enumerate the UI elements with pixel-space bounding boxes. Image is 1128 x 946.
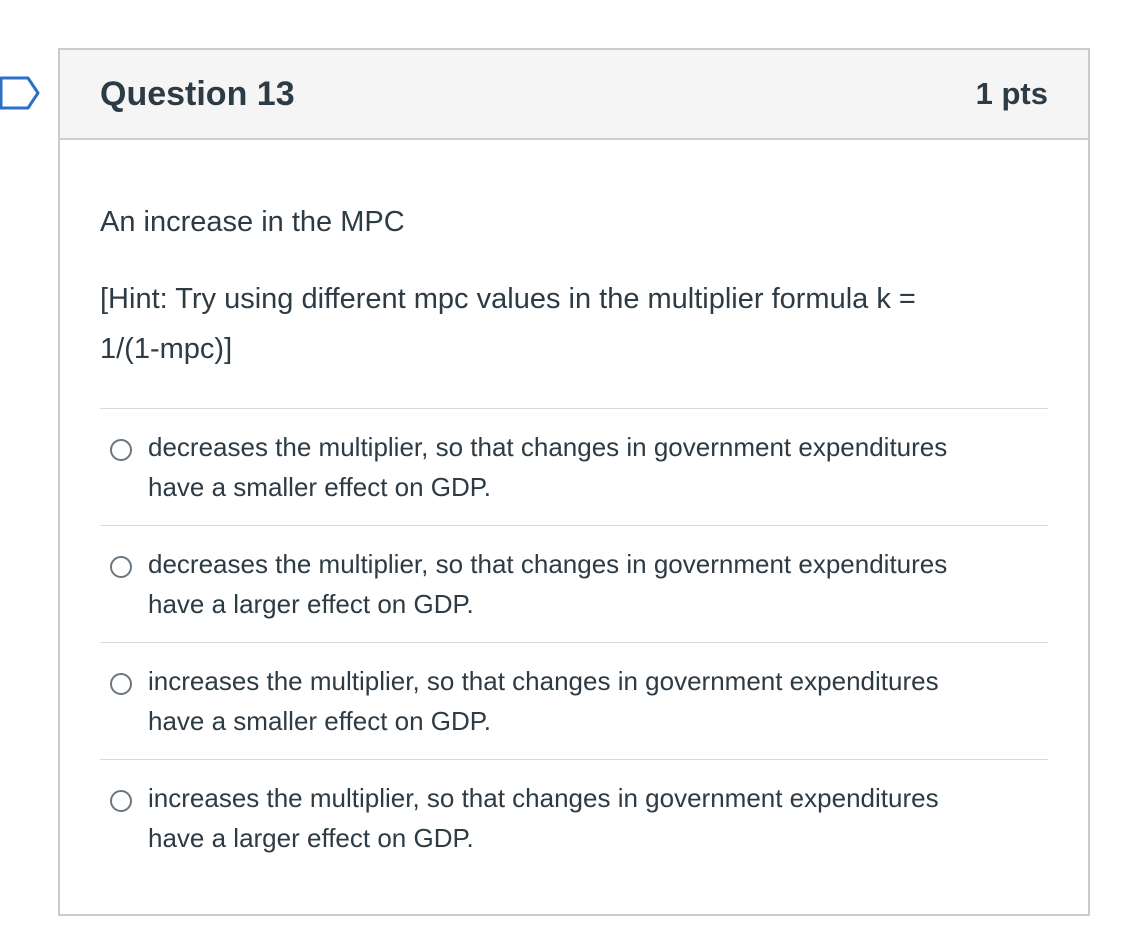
- answer-list: decreases the multiplier, so that change…: [100, 408, 1048, 876]
- radio-button[interactable]: [110, 439, 132, 461]
- question-prompt: An increase in the MPC: [100, 206, 405, 238]
- question-body: An increase in the MPC [Hint: Try using …: [60, 140, 1088, 876]
- question-card: Question 13 1 pts An increase in the MPC…: [58, 48, 1090, 916]
- answer-option-4[interactable]: increases the multiplier, so that change…: [100, 760, 1048, 876]
- answer-label-line-1[interactable]: increases the multiplier, so that change…: [148, 783, 939, 813]
- answer-label-line-1[interactable]: decreases the multiplier, so that change…: [148, 432, 947, 462]
- question-points: 1 pts: [975, 76, 1048, 111]
- answer-label-line-2[interactable]: have a smaller effect on GDP.: [148, 706, 491, 736]
- flag-question-icon[interactable]: [0, 76, 40, 110]
- answer-label-line-2[interactable]: have a larger effect on GDP.: [148, 589, 474, 619]
- answer-label-line-2[interactable]: have a larger effect on GDP.: [148, 823, 474, 853]
- answer-label[interactable]: increases the multiplier, so that change…: [148, 661, 939, 741]
- radio-button[interactable]: [110, 673, 132, 695]
- answer-label-line-1[interactable]: increases the multiplier, so that change…: [148, 666, 939, 696]
- radio-button[interactable]: [110, 556, 132, 578]
- answer-label[interactable]: increases the multiplier, so that change…: [148, 778, 939, 858]
- question-hint: [Hint: Try using different mpc values in…: [100, 274, 1048, 374]
- answer-option-1[interactable]: decreases the multiplier, so that change…: [100, 409, 1048, 526]
- radio-button[interactable]: [110, 790, 132, 812]
- answer-label-line-1[interactable]: decreases the multiplier, so that change…: [148, 549, 947, 579]
- question-header: Question 13 1 pts: [60, 50, 1088, 140]
- hint-line-2: 1/(1-mpc)]: [100, 333, 233, 365]
- answer-option-3[interactable]: increases the multiplier, so that change…: [100, 643, 1048, 760]
- question-title: Question 13: [100, 74, 295, 113]
- answer-option-2[interactable]: decreases the multiplier, so that change…: [100, 526, 1048, 643]
- answer-label[interactable]: decreases the multiplier, so that change…: [148, 544, 947, 624]
- answer-label-line-2[interactable]: have a smaller effect on GDP.: [148, 472, 491, 502]
- hint-line-1: [Hint: Try using different mpc values in…: [100, 283, 916, 315]
- answer-label[interactable]: decreases the multiplier, so that change…: [148, 427, 947, 507]
